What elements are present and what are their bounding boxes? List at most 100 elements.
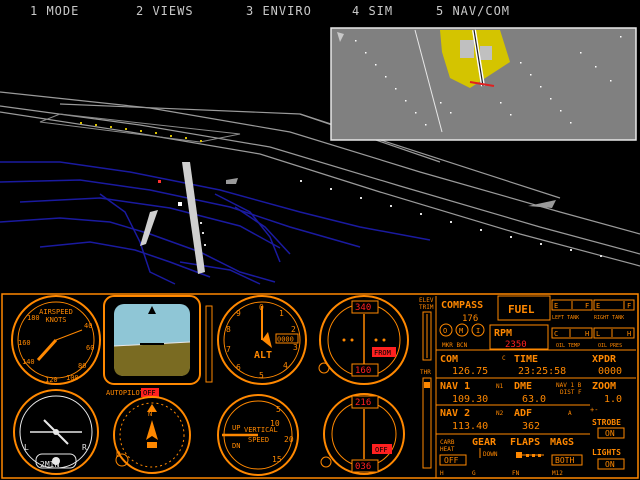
airspeed-title: AIRSPEED (39, 308, 73, 316)
gear-state: DOWN (483, 451, 498, 458)
right-tank-f: F (627, 302, 631, 310)
vsi-tick-5: 5 (276, 405, 281, 414)
dme-note-2: DIST F (560, 389, 582, 396)
airspeed-tick-100: 100 (66, 374, 79, 382)
zoom-value: 1.0 (604, 394, 622, 405)
menu-enviro[interactable]: 3 ENVIRO (246, 4, 312, 18)
altimeter-label: ALT (254, 350, 272, 361)
vor1-to-from-flag: FROM (374, 349, 391, 357)
vsi-up: UP (232, 424, 240, 432)
alt-tick-4: 4 (283, 361, 288, 370)
marker-label: MKR BCN (442, 342, 468, 349)
vor1-obs-bottom: 160 (355, 366, 371, 376)
fuel-label: FUEL (508, 303, 535, 316)
heading-n: N (148, 410, 152, 418)
carb-label-2: HEAT (440, 446, 455, 453)
autopilot[interactable]: AUTOPILOT OFF (106, 388, 159, 397)
nav1-label: NAV 1 (440, 381, 470, 392)
dme-distance: 63.0 (522, 394, 546, 405)
nav2-key: N2 (496, 410, 504, 417)
alt-tick-8: 8 (226, 325, 231, 334)
left-tank-e: E (554, 302, 558, 310)
alt-tick-1: 1 (279, 309, 284, 318)
menu-views[interactable]: 2 VIEWS (136, 4, 194, 18)
right-tank-e: E (596, 302, 600, 310)
vsi-dn: DN (232, 442, 240, 450)
turn-label: 2MIN (40, 460, 59, 469)
marker-inner: I (476, 327, 480, 335)
carb-label-1: CARB (440, 439, 455, 446)
menu-mode[interactable]: 1 MODE (30, 4, 79, 18)
marker-middle: M (459, 327, 463, 335)
com-key: C (502, 355, 506, 362)
airspeed-tick-80: 80 (78, 362, 86, 370)
nav1-key: N1 (496, 383, 504, 390)
airspeed-tick-160: 160 (18, 339, 31, 347)
carb-heat-state: OFF (444, 456, 459, 465)
vor2-obs-bottom: 036 (355, 462, 371, 472)
zoom-plus-minus: +- (590, 406, 598, 414)
altimeter-kollsman: 0000 (277, 336, 294, 344)
alt-tick-5: 5 (259, 371, 264, 380)
airspeed-unit: KNOTS (45, 316, 66, 324)
oil-pres-label: OIL PRES (598, 343, 622, 349)
strobe-label: STROBE (592, 418, 621, 427)
airspeed-tick-60: 60 (86, 344, 94, 352)
marker-outer: O (443, 327, 447, 335)
turn-right-label: R (82, 443, 87, 452)
airspeed-tick-120: 120 (45, 376, 58, 384)
oil-temp-label: OIL TEMP (556, 343, 580, 349)
vor1-obs-top: 340 (355, 303, 371, 313)
compass-label: COMPASS (441, 300, 483, 311)
autopilot-label: AUTOPILOT (106, 389, 145, 397)
menu-navcom[interactable]: 5 NAV/COM (436, 4, 510, 18)
trim-label-2: TRIM (419, 304, 434, 311)
gear-label: GEAR (472, 437, 497, 448)
map-window[interactable] (330, 27, 637, 141)
time-value: 23:25:58 (518, 366, 566, 377)
rpm-value: 2350 (505, 340, 527, 350)
nav1-frequency: 109.30 (452, 394, 488, 405)
compass-value: 176 (462, 314, 478, 324)
vsi-tick-15: 15 (272, 455, 282, 464)
cockpit-view[interactable] (0, 22, 640, 292)
instrument-panel: AIRSPEED KNOTS 180 40 60 80 160 140 120 … (0, 292, 640, 480)
airspeed-tick-140: 140 (22, 358, 35, 366)
vsi-tick-10: 10 (270, 419, 280, 428)
throttle-label: THR (420, 369, 431, 376)
alt-tick-2: 2 (291, 325, 296, 334)
adf-key: A (568, 410, 572, 417)
vor2-obs-top: 216 (355, 398, 371, 408)
com-label: COM (440, 354, 458, 365)
strobe-state: ON (605, 429, 615, 438)
menu-sim[interactable]: 4 SIM (352, 4, 393, 18)
turn-left-label: L (24, 443, 29, 452)
oil-temp-h: H (585, 330, 589, 338)
adf-label: ADF (514, 408, 532, 419)
xpdr-code: 0000 (598, 366, 622, 377)
zoom-label: ZOOM (592, 381, 616, 392)
alt-tick-7: 7 (226, 345, 231, 354)
oil-pres-l: L (596, 330, 600, 338)
vor2-flag: OFF (375, 446, 388, 454)
flaps-key: FN (512, 470, 520, 477)
right-tank-label: RIGHT TANK (594, 315, 624, 321)
rpm-label: RPM (494, 328, 512, 339)
lights-label: LIGHTS (592, 448, 621, 457)
alt-tick-3: 3 (293, 343, 298, 352)
nav2-label: NAV 2 (440, 408, 470, 419)
airspeed-tick-180: 180 (27, 314, 40, 322)
flaps-label: FLAPS (510, 437, 540, 448)
alt-tick-6: 6 (236, 363, 241, 372)
adf-frequency: 362 (522, 421, 540, 432)
trim-label-1: ELEV (419, 297, 434, 304)
mags-state: BOTH (555, 456, 574, 465)
attitude-indicator (103, 295, 201, 385)
dme-note-1: NAV 1 B (556, 382, 582, 389)
alt-tick-9: 9 (236, 309, 241, 318)
left-tank-label: LEFT TANK (552, 315, 579, 321)
mags-label: MAGS (550, 437, 574, 448)
xpdr-label: XPDR (592, 354, 617, 365)
vsi-tick-20: 20 (284, 435, 294, 444)
com-frequency: 126.75 (452, 366, 488, 377)
